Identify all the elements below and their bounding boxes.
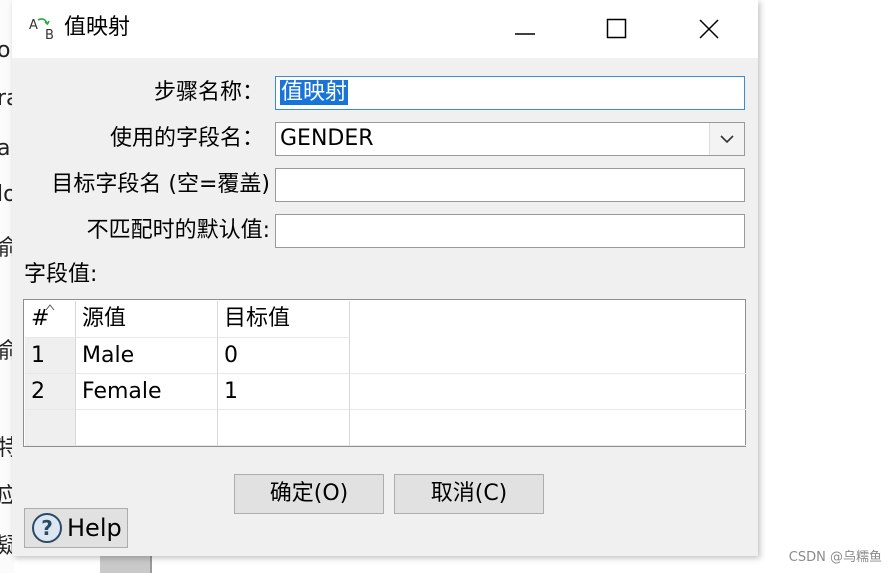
background-scroll-area xyxy=(100,556,150,573)
ab-mapping-icon: A B xyxy=(28,16,62,43)
help-button[interactable]: ? Help xyxy=(24,508,128,548)
minimize-icon xyxy=(515,33,535,35)
background-divider xyxy=(150,556,152,573)
svg-text:A: A xyxy=(29,18,38,33)
default-value-label: 不匹配时的默认值: xyxy=(86,218,270,243)
maximize-button[interactable] xyxy=(594,10,640,48)
column-header-index[interactable]: # xyxy=(25,301,76,338)
row-number[interactable]: 1 xyxy=(25,338,76,374)
default-value-input[interactable] xyxy=(275,214,745,248)
target-field-input[interactable] xyxy=(275,168,745,202)
target-value-cell[interactable] xyxy=(218,410,350,446)
field-values-table[interactable]: # 源值 目标值 1 Male 0 2 Female 1 xyxy=(23,299,746,447)
maximize-icon xyxy=(606,18,627,39)
watermark: CSDN @乌糯鱼 xyxy=(788,550,882,565)
target-value-cell[interactable]: 0 xyxy=(218,338,350,374)
step-name-label: 步骤名称： xyxy=(153,80,264,105)
step-name-input[interactable]: 值映射 xyxy=(275,76,745,110)
source-value-cell[interactable]: Male xyxy=(76,338,218,374)
svg-text:B: B xyxy=(45,28,54,42)
column-header-target[interactable]: 目标值 xyxy=(218,301,350,338)
field-name-select[interactable]: GENDER xyxy=(275,122,745,156)
field-values-label: 字段值: xyxy=(24,262,98,287)
empty-cell xyxy=(350,338,746,374)
sort-caret-icon xyxy=(45,304,55,311)
target-field-label: 目标字段名 (空=覆盖) xyxy=(51,172,270,197)
value-mapper-dialog: A B 值映射 步骤名称： 值映射 使用的字段名： GENDER 目标字段名 (… xyxy=(12,0,758,556)
empty-cell xyxy=(350,410,746,446)
minimize-button[interactable] xyxy=(502,10,548,48)
help-icon: ? xyxy=(32,513,62,543)
row-number-empty[interactable] xyxy=(25,410,76,446)
step-name-value: 值映射 xyxy=(280,80,349,105)
source-value-cell[interactable]: Female xyxy=(76,374,218,410)
cancel-button[interactable]: 取消(C) xyxy=(394,474,544,514)
source-value-cell[interactable] xyxy=(76,410,218,446)
close-button[interactable] xyxy=(686,10,732,48)
target-value-cell[interactable]: 1 xyxy=(218,374,350,410)
field-name-label: 使用的字段名： xyxy=(109,126,264,151)
help-label: Help xyxy=(67,514,122,542)
chevron-down-icon[interactable] xyxy=(709,123,744,155)
empty-cell xyxy=(350,374,746,410)
title-bar[interactable]: A B 值映射 xyxy=(12,0,758,58)
ok-button[interactable]: 确定(O) xyxy=(234,474,384,514)
row-number[interactable]: 2 xyxy=(25,374,76,410)
dialog-title: 值映射 xyxy=(64,15,131,40)
background-text: a xyxy=(0,136,11,161)
field-name-value: GENDER xyxy=(280,126,374,151)
svg-text:?: ? xyxy=(41,516,53,540)
close-icon xyxy=(699,19,719,39)
column-header-source[interactable]: 源值 xyxy=(76,301,218,338)
